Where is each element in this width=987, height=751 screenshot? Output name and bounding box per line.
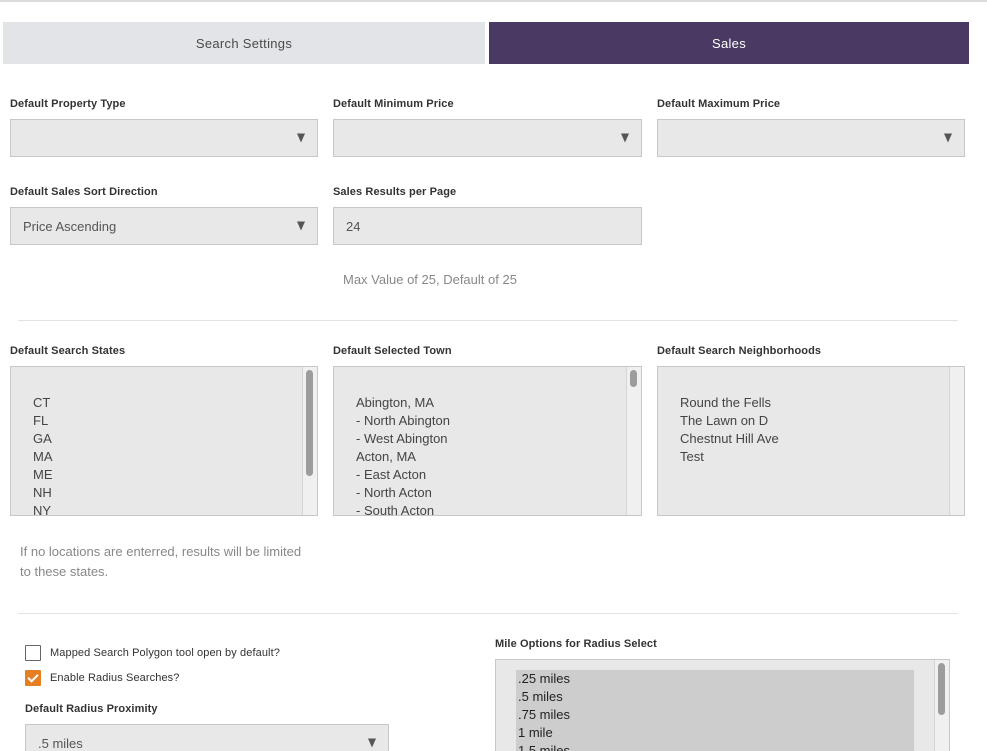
results-per-page-label: Sales Results per Page [333, 186, 457, 198]
list-item[interactable]: CT [33, 394, 317, 412]
list-item[interactable]: Test [680, 448, 964, 466]
list-item[interactable]: FL [33, 412, 317, 430]
list-item[interactable]: .5 miles [516, 688, 914, 706]
radius-proximity-select[interactable]: .5 miles [25, 724, 389, 751]
list-item[interactable]: 1 mile [516, 724, 914, 742]
section-divider [18, 613, 958, 614]
top-border [0, 0, 987, 2]
scrollbar[interactable] [626, 367, 641, 515]
property-type-label: Default Property Type [10, 98, 126, 110]
sort-direction-label: Default Sales Sort Direction [10, 186, 158, 198]
list-item[interactable]: - North Acton [356, 484, 641, 502]
results-per-page-help: Max Value of 25, Default of 25 [343, 272, 517, 287]
list-item[interactable]: 1.5 miles [516, 742, 914, 751]
max-price-select[interactable] [657, 119, 965, 157]
tab-search-settings[interactable]: Search Settings [3, 22, 485, 64]
list-item[interactable]: MA [33, 448, 317, 466]
search-neighborhoods-listbox[interactable]: Round the Fells The Lawn on D Chestnut H… [657, 366, 965, 516]
list-item[interactable]: - South Acton [356, 502, 641, 515]
selected-town-listbox[interactable]: Abington, MA - North Abington - West Abi… [333, 366, 642, 516]
radius-search-checkbox[interactable] [25, 670, 41, 686]
search-states-help: If no locations are enterred, results wi… [20, 544, 302, 579]
list-item[interactable]: ME [33, 466, 317, 484]
results-per-page-value: 24 [346, 218, 361, 234]
sort-direction-select[interactable]: Price Ascending [10, 207, 318, 245]
list-item[interactable]: NY [33, 502, 317, 515]
list-item[interactable]: The Lawn on D [680, 412, 964, 430]
list-item[interactable]: Abington, MA [356, 394, 641, 412]
property-type-select[interactable] [10, 119, 318, 157]
list-item[interactable]: - West Abington [356, 430, 641, 448]
list-item[interactable]: Round the Fells [680, 394, 964, 412]
list-item[interactable]: - North Abington [356, 412, 641, 430]
min-price-label: Default Minimum Price [333, 98, 454, 110]
scrollbar[interactable] [302, 367, 317, 515]
selected-town-label: Default Selected Town [333, 345, 452, 357]
scrollbar-thumb[interactable] [938, 663, 945, 715]
chevron-down-icon [297, 133, 305, 143]
radius-proximity-label: Default Radius Proximity [25, 703, 158, 715]
mile-options-listbox[interactable]: .25 miles .5 miles .75 miles 1 mile 1.5 … [495, 659, 950, 751]
scrollbar-thumb[interactable] [306, 370, 313, 476]
radius-proximity-value: .5 miles [38, 735, 83, 751]
tab-sales[interactable]: Sales [489, 22, 969, 64]
list-item[interactable]: - East Acton [356, 466, 641, 484]
scrollbar-thumb[interactable] [630, 370, 637, 387]
chevron-down-icon [368, 738, 376, 748]
polygon-tool-label: Mapped Search Polygon tool open by defau… [50, 647, 280, 659]
polygon-tool-checkbox[interactable] [25, 645, 41, 661]
chevron-down-icon [297, 221, 305, 231]
radius-search-label: Enable Radius Searches? [50, 672, 180, 684]
list-item[interactable]: NH [33, 484, 317, 502]
list-item[interactable]: Chestnut Hill Ave [680, 430, 964, 448]
scrollbar[interactable] [934, 660, 949, 751]
min-price-select[interactable] [333, 119, 642, 157]
mile-options-label: Mile Options for Radius Select [495, 638, 657, 650]
polygon-tool-option[interactable]: Mapped Search Polygon tool open by defau… [25, 645, 280, 661]
results-per-page-input[interactable]: 24 [333, 207, 642, 245]
section-divider [18, 320, 958, 321]
radius-search-option[interactable]: Enable Radius Searches? [25, 670, 180, 686]
search-states-label: Default Search States [10, 345, 126, 357]
sort-direction-value: Price Ascending [23, 218, 117, 234]
max-price-label: Default Maximum Price [657, 98, 781, 110]
scrollbar[interactable] [949, 367, 964, 515]
list-item[interactable]: .25 miles [516, 670, 914, 688]
search-neighborhoods-label: Default Search Neighborhoods [657, 345, 822, 357]
list-item[interactable]: .75 miles [516, 706, 914, 724]
list-item[interactable]: Acton, MA [356, 448, 641, 466]
chevron-down-icon [944, 133, 952, 143]
list-item[interactable]: GA [33, 430, 317, 448]
search-states-listbox[interactable]: CT FL GA MA ME NH NY [10, 366, 318, 516]
chevron-down-icon [621, 133, 629, 143]
